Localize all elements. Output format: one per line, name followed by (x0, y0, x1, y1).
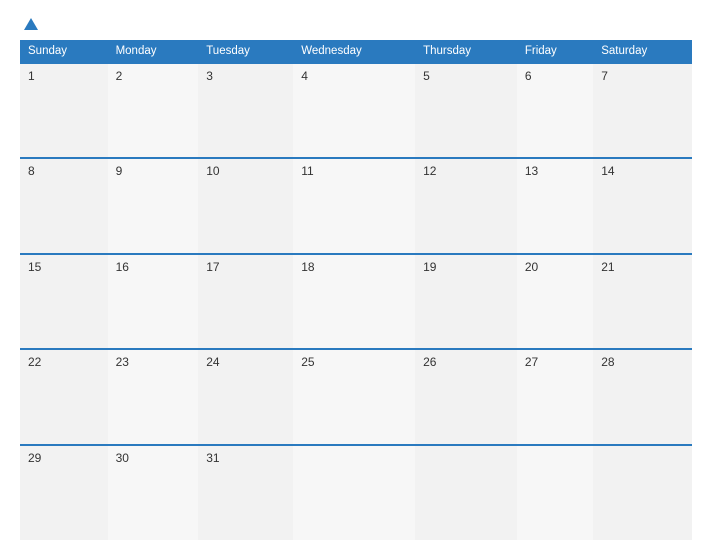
day-number: 22 (28, 355, 41, 369)
weekday-header-thursday: Thursday (415, 40, 517, 63)
day-number: 31 (206, 451, 219, 465)
day-number: 7 (601, 69, 608, 83)
calendar-day-cell: 8 (20, 158, 108, 253)
calendar-day-cell (415, 445, 517, 540)
day-number: 16 (116, 260, 129, 274)
calendar-day-cell: 23 (108, 349, 199, 444)
day-number: 15 (28, 260, 41, 274)
calendar-day-cell: 17 (198, 254, 293, 349)
calendar-day-cell: 6 (517, 63, 593, 158)
day-number: 20 (525, 260, 538, 274)
day-number: 2 (116, 69, 123, 83)
calendar-week-row: 15 16 17 18 19 20 21 (20, 254, 692, 349)
calendar-day-cell: 30 (108, 445, 199, 540)
day-number: 30 (116, 451, 129, 465)
day-number: 10 (206, 164, 219, 178)
weekday-header-wednesday: Wednesday (293, 40, 415, 63)
calendar-day-cell: 18 (293, 254, 415, 349)
calendar-week-row: 8 9 10 11 12 13 14 (20, 158, 692, 253)
weekday-header-tuesday: Tuesday (198, 40, 293, 63)
calendar-day-cell: 16 (108, 254, 199, 349)
header (20, 18, 692, 30)
day-number: 5 (423, 69, 430, 83)
day-number: 13 (525, 164, 538, 178)
weekday-header-friday: Friday (517, 40, 593, 63)
day-number: 18 (301, 260, 314, 274)
day-number: 26 (423, 355, 436, 369)
calendar-week-row: 22 23 24 25 26 27 28 (20, 349, 692, 444)
calendar-day-cell: 27 (517, 349, 593, 444)
calendar-day-cell: 31 (198, 445, 293, 540)
day-number: 6 (525, 69, 532, 83)
calendar-day-cell: 28 (593, 349, 692, 444)
calendar-day-cell: 29 (20, 445, 108, 540)
day-number: 8 (28, 164, 35, 178)
calendar-day-cell (593, 445, 692, 540)
calendar-day-cell: 22 (20, 349, 108, 444)
calendar-day-cell: 12 (415, 158, 517, 253)
day-number: 17 (206, 260, 219, 274)
day-number: 9 (116, 164, 123, 178)
calendar-day-cell: 11 (293, 158, 415, 253)
calendar-day-cell: 26 (415, 349, 517, 444)
day-number: 21 (601, 260, 614, 274)
day-number: 4 (301, 69, 308, 83)
weekday-header-monday: Monday (108, 40, 199, 63)
calendar-table: SundayMondayTuesdayWednesdayThursdayFrid… (20, 40, 692, 540)
calendar-day-cell: 13 (517, 158, 593, 253)
weekday-header-sunday: Sunday (20, 40, 108, 63)
calendar-day-cell (293, 445, 415, 540)
calendar-day-cell: 9 (108, 158, 199, 253)
day-number: 11 (301, 164, 313, 178)
weekday-header-saturday: Saturday (593, 40, 692, 63)
day-number: 27 (525, 355, 538, 369)
calendar-day-cell: 10 (198, 158, 293, 253)
calendar-day-cell: 14 (593, 158, 692, 253)
day-number: 28 (601, 355, 614, 369)
day-number: 19 (423, 260, 436, 274)
logo-triangle-icon (24, 18, 38, 30)
calendar-day-cell: 3 (198, 63, 293, 158)
calendar-day-cell: 7 (593, 63, 692, 158)
calendar-day-cell: 5 (415, 63, 517, 158)
calendar-day-cell: 15 (20, 254, 108, 349)
day-number: 25 (301, 355, 314, 369)
day-number: 1 (28, 69, 35, 83)
day-number: 29 (28, 451, 41, 465)
calendar-day-cell: 20 (517, 254, 593, 349)
day-number: 23 (116, 355, 129, 369)
day-number: 14 (601, 164, 614, 178)
day-number: 12 (423, 164, 436, 178)
calendar-day-cell: 24 (198, 349, 293, 444)
calendar-day-cell (517, 445, 593, 540)
calendar-day-cell: 25 (293, 349, 415, 444)
weekday-header-row: SundayMondayTuesdayWednesdayThursdayFrid… (20, 40, 692, 63)
calendar-week-row: 29 30 31 (20, 445, 692, 540)
logo (20, 18, 38, 30)
calendar-day-cell: 2 (108, 63, 199, 158)
day-number: 3 (206, 69, 213, 83)
calendar-day-cell: 4 (293, 63, 415, 158)
calendar-page: SundayMondayTuesdayWednesdayThursdayFrid… (0, 0, 712, 550)
calendar-day-cell: 21 (593, 254, 692, 349)
day-number: 24 (206, 355, 219, 369)
calendar-day-cell: 19 (415, 254, 517, 349)
calendar-week-row: 1 2 3 4 5 6 7 (20, 63, 692, 158)
calendar-day-cell: 1 (20, 63, 108, 158)
